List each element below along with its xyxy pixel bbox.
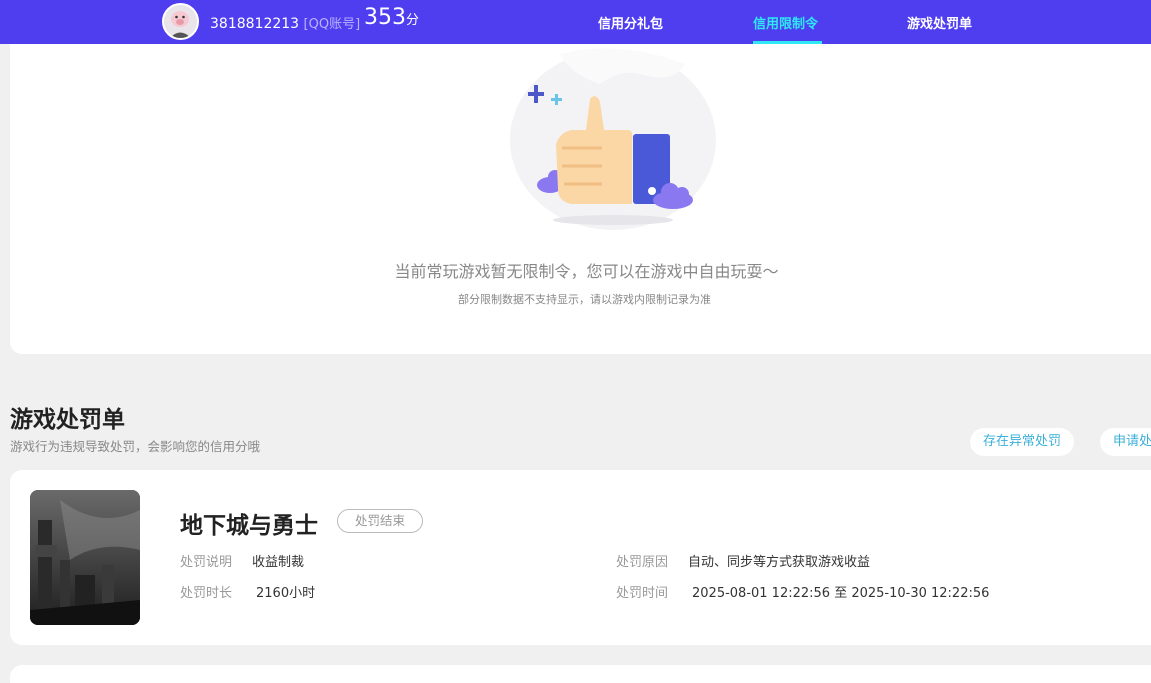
desc-label: 处罚说明 [180, 555, 233, 570]
duration-label: 处罚时长 [180, 586, 233, 601]
game-name: 地下城与勇士 [180, 513, 318, 539]
duration-value: 2160小时 [256, 586, 316, 601]
empty-state-title: 当前常玩游戏暂无限制令，您可以在游戏中自由玩耍～ [394, 262, 779, 281]
game-thumbnail [30, 490, 140, 625]
account-info: 3818812213 [QQ账号] [210, 13, 360, 32]
reason-label: 处罚原因 [616, 555, 669, 570]
score-unit: 分 [406, 13, 420, 28]
empty-state-subtitle: 部分限制数据不支持显示，请以游戏内限制记录为准 [458, 293, 711, 306]
reason-value: 自动、同步等方式获取游戏收益 [688, 555, 871, 570]
tab-credit-gift[interactable]: 信用分礼包 [598, 13, 663, 32]
avatar-image [164, 5, 197, 38]
section-title: 游戏处罚单 [10, 407, 125, 433]
apply-button[interactable]: 申请处 [1100, 428, 1151, 456]
desc-value: 收益制裁 [252, 555, 305, 570]
user-avatar[interactable] [162, 3, 199, 40]
top-nav-bar: 3818812213 [QQ账号] 353分 信用分礼包 信用限制令 游戏处罚单 [0, 0, 1151, 44]
time-value: 2025-08-01 12:22:56 至 2025-10-30 12:22:5… [692, 586, 990, 601]
score-value: 353 [364, 5, 406, 30]
credit-score: 353分 [364, 5, 419, 30]
section-subtitle: 游戏行为违规导致处罚，会影响您的信用分哦 [10, 439, 261, 454]
thumbs-up-illustration [510, 48, 716, 230]
account-id: 3818812213 [210, 16, 300, 32]
time-label: 处罚时间 [616, 586, 669, 601]
report-abnormal-button[interactable]: 存在异常处罚 [970, 428, 1075, 456]
account-type: [QQ账号] [303, 17, 361, 32]
tab-game-punishment[interactable]: 游戏处罚单 [907, 13, 972, 32]
tab-credit-restriction[interactable]: 信用限制令 [753, 13, 818, 32]
next-punishment-card [10, 665, 1151, 683]
status-badge: 处罚结束 [337, 509, 423, 533]
